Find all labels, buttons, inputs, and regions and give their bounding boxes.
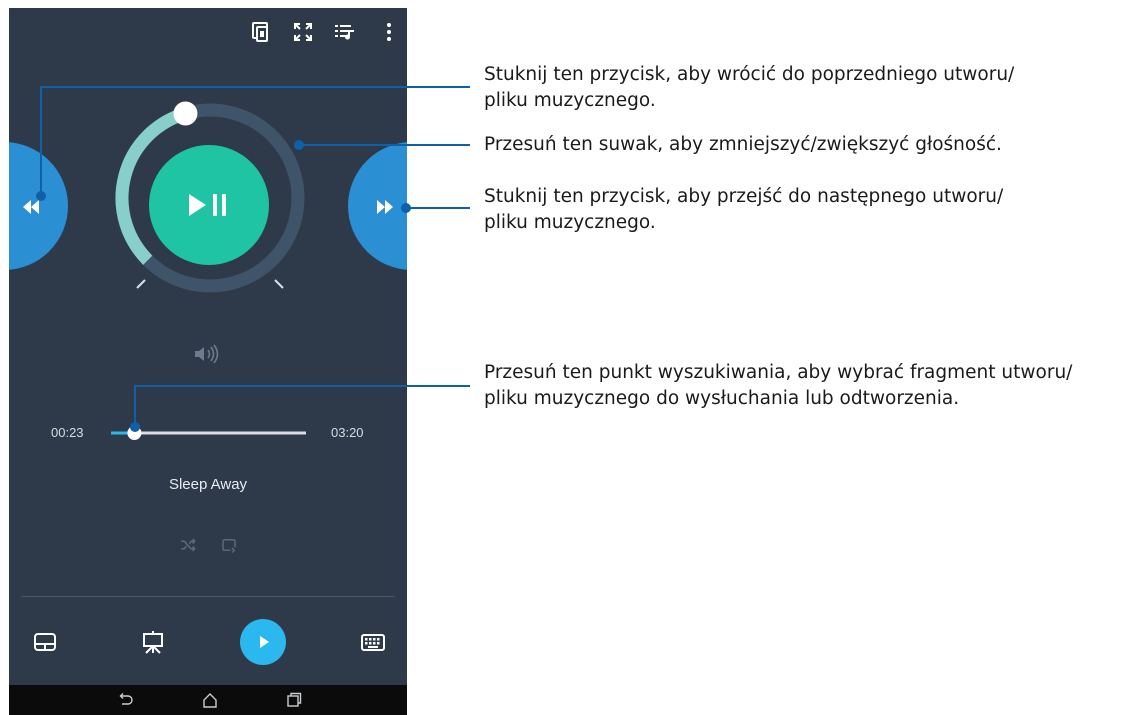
time-total: 03:20: [331, 425, 364, 440]
callout-volume-text: Przesuń ten suwak, aby zmniejszyć/zwięks…: [484, 132, 1002, 158]
callout-vline-seek: [134, 385, 136, 425]
divider: [21, 596, 395, 597]
back-icon[interactable]: [116, 691, 134, 709]
music-player-screen: 00:23 03:20 Sleep Away: [9, 8, 407, 715]
callout-dot-volume: [294, 140, 304, 150]
play-pause-button[interactable]: [149, 145, 269, 265]
callout-dot-previous: [36, 191, 46, 201]
bottom-play-button[interactable]: [240, 619, 286, 665]
callout-previous-line1: Stuknij ten przycisk, aby wrócić do popr…: [484, 64, 1015, 85]
song-title: Sleep Away: [168, 476, 248, 493]
recent-apps-icon[interactable]: [285, 691, 303, 709]
callout-seek-text: Przesuń ten punkt wyszukiwania, aby wybr…: [484, 360, 1072, 412]
time-elapsed: 00:23: [51, 425, 84, 440]
shuffle-icon[interactable]: [179, 536, 197, 554]
touchpad-icon[interactable]: [31, 628, 59, 656]
callout-next-line2: pliku muzycznego.: [484, 212, 656, 233]
callout-line-next: [404, 207, 470, 209]
seek-bar[interactable]: [111, 426, 306, 440]
previous-button[interactable]: [9, 142, 68, 270]
playback-controls: [9, 101, 407, 440]
play-icon: [260, 636, 269, 648]
home-icon[interactable]: [201, 691, 219, 709]
callout-line-volume: [297, 144, 470, 146]
volume-knob[interactable]: [173, 101, 198, 126]
callout-next-line1: Stuknij ten przycisk, aby przejść do nas…: [484, 186, 1004, 207]
callout-seek-line1: Przesuń ten punkt wyszukiwania, aby wybr…: [484, 362, 1073, 383]
callout-line-seek: [134, 385, 470, 387]
repeat-icon[interactable]: [220, 536, 238, 554]
callout-seek-line2: pliku muzycznego do wysłuchania lub odtw…: [484, 388, 960, 409]
navigation-bar: [9, 685, 407, 715]
next-button[interactable]: [348, 142, 407, 270]
callout-next-text: Stuknij ten przycisk, aby przejść do nas…: [484, 184, 1003, 236]
callout-volume-line1: Przesuń ten suwak, aby zmniejszyć/zwięks…: [484, 134, 1002, 155]
callout-line-previous: [40, 86, 470, 88]
presentation-icon[interactable]: [139, 628, 167, 656]
callout-dot-next: [401, 203, 411, 213]
speaker-icon: [195, 344, 219, 364]
callout-previous-line2: pliku muzycznego.: [484, 90, 656, 111]
callout-dot-seek: [130, 422, 140, 432]
callout-previous-text: Stuknij ten przycisk, aby wrócić do popr…: [484, 62, 1014, 114]
callout-vline-previous: [40, 86, 42, 194]
keyboard-icon[interactable]: [359, 628, 387, 656]
